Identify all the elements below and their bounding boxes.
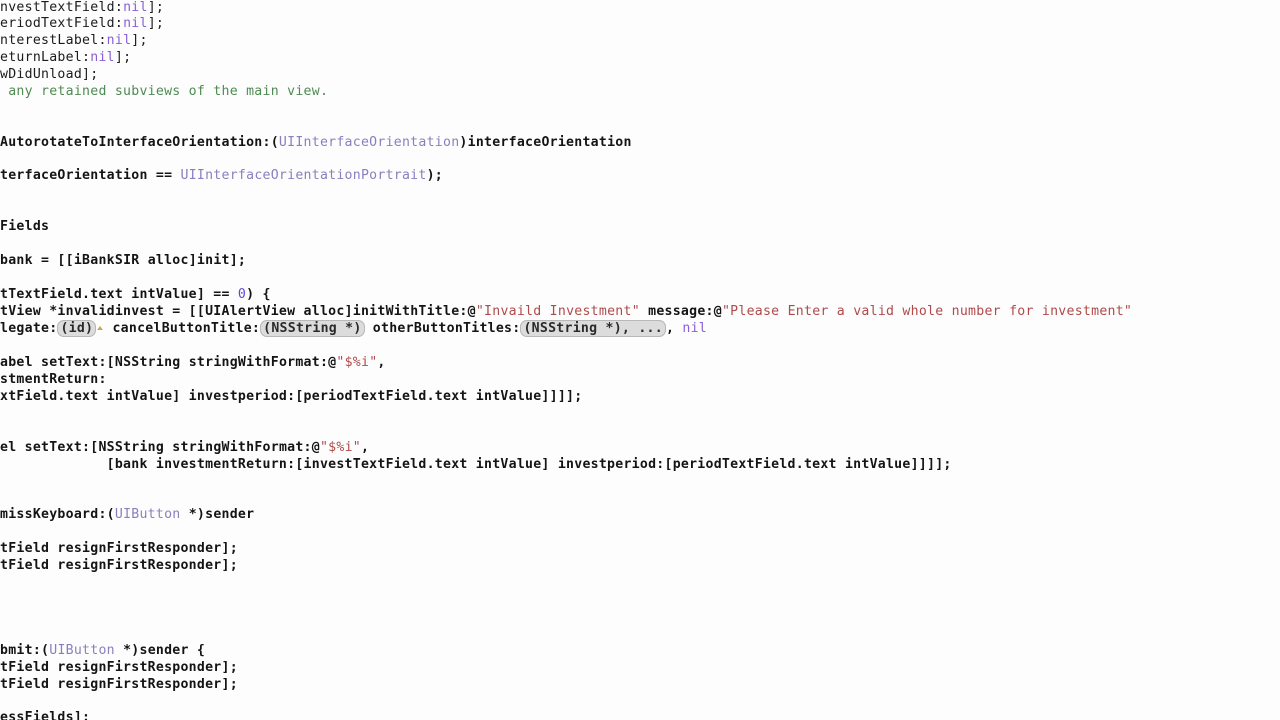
code-token-nil: nil — [682, 321, 707, 336]
code-token-class: UIButton — [49, 643, 115, 658]
code-line[interactable]: bank = [[iBankSIR alloc]init]; — [0, 253, 246, 270]
code-token-nil: nil — [123, 0, 148, 15]
code-token-class: NSString — [98, 440, 165, 455]
code-token-mid: stringWithFormat:@ — [164, 440, 320, 455]
code-line[interactable]: nterestLabel:nil]; — [0, 33, 148, 50]
code-token-comment: any retained subviews of the main view. — [0, 84, 329, 99]
code-token-string: "$%i" — [336, 355, 378, 370]
code-line[interactable]: AutorotateToInterfaceOrientation:(UIInte… — [0, 135, 632, 152]
code-line[interactable]: tField resignFirstResponder]; — [0, 558, 238, 575]
code-token-number: 0 — [237, 287, 247, 302]
code-token-pre: tTextField.text intValue] == — [0, 287, 238, 302]
code-line[interactable]: terfaceOrientation == UIInterfaceOrienta… — [0, 168, 443, 185]
code-token-post: , — [665, 321, 683, 336]
code-token-tail: ]; — [147, 0, 165, 15]
code-token-text: nterestLabel: — [0, 33, 107, 48]
code-token-post: ) { — [246, 287, 271, 302]
code-token-text: tField resignFirstResponder]; — [0, 541, 238, 556]
code-token-post: ); — [426, 168, 444, 183]
code-token-class: UIButton — [114, 507, 181, 522]
code-token-tail: ]; — [131, 33, 148, 48]
code-token-post: alloc]init]; — [139, 253, 247, 268]
code-token-text: tField resignFirstResponder]; — [0, 558, 238, 573]
code-token-post: , — [361, 440, 370, 455]
code-token-post: , — [377, 355, 386, 370]
code-token-class: NSString — [114, 355, 181, 370]
code-token-text: wDidUnload]; — [0, 67, 99, 82]
code-line-comment[interactable]: any retained subviews of the main view. — [0, 84, 328, 101]
code-token-pre: el setText:[ — [0, 440, 99, 455]
code-line[interactable]: nvestTextField:nil]; — [0, 0, 164, 17]
placeholder-caret-icon — [97, 326, 104, 330]
code-token-pre: tView *invalidinvest = [[ — [0, 304, 206, 319]
code-token-text: tField resignFirstResponder]; — [0, 660, 238, 675]
code-token-nil: nil — [106, 33, 132, 48]
code-token-mid: cancelButtonTitle: — [104, 321, 261, 336]
code-line-clipped[interactable]: essFields]; — [0, 710, 90, 720]
code-line[interactable]: tField resignFirstResponder]; — [0, 677, 238, 694]
code-token-text: [bank investmentReturn:[investTextField.… — [0, 457, 952, 472]
code-token-mid2: message:@ — [639, 304, 722, 319]
code-line[interactable]: eriodTextField:nil]; — [0, 16, 164, 33]
code-token-mid2: otherButtonTitles: — [364, 321, 521, 336]
code-token-mid: alloc]initWithTitle:@ — [295, 304, 476, 319]
code-token-post: *)sender — [180, 507, 255, 522]
code-token-text: stmentReturn: — [0, 372, 107, 387]
code-token-pre: AutorotateToInterfaceOrientation:( — [0, 135, 279, 150]
code-token-tail: ]; — [114, 50, 132, 65]
code-line[interactable]: tField resignFirstResponder]; — [0, 541, 238, 558]
code-line[interactable]: missKeyboard:(UIButton *)sender — [0, 507, 254, 524]
code-token-pre: bank = [[ — [0, 253, 74, 268]
code-line[interactable]: tTextField.text intValue] == 0) { — [0, 287, 271, 304]
code-token-class: UIInterfaceOrientationPortrait — [180, 168, 427, 183]
code-token-text: tField resignFirstResponder]; — [0, 677, 238, 692]
placeholder-token-nsstring[interactable]: (NSString *) — [260, 320, 365, 337]
code-line[interactable]: tField resignFirstResponder]; — [0, 660, 238, 677]
code-line-placeholders[interactable]: legate: (id) cancelButtonTitle: (NSString … — [0, 320, 707, 338]
code-token-mid: stringWithFormat:@ — [180, 355, 337, 370]
code-token-text: eriodTextField: — [0, 16, 124, 31]
code-line[interactable]: [bank investmentReturn:[investTextField.… — [0, 457, 952, 474]
code-line[interactable]: eturnLabel:nil]; — [0, 50, 131, 67]
placeholder-token-nsstring-varargs[interactable]: (NSString *), ... — [520, 320, 666, 337]
code-token-pre: missKeyboard:( — [0, 507, 115, 522]
placeholder-token-id[interactable]: (id) — [57, 320, 97, 337]
code-line[interactable]: bmit:(UIButton *)sender { — [0, 643, 205, 660]
code-token-pre: abel setText:[ — [0, 355, 115, 370]
code-line[interactable]: Fields — [0, 219, 49, 236]
xcode-source-editor[interactable]: nvestTextField:nil]; eriodTextField:nil]… — [0, 0, 1280, 720]
code-token-string: "Please Enter a valid whole number for i… — [721, 304, 1133, 319]
code-line[interactable]: stmentReturn: — [0, 372, 107, 389]
code-token-text: Fields — [0, 219, 50, 234]
code-token-tail: ]; — [147, 16, 165, 31]
code-token-post: )interfaceOrientation — [459, 135, 632, 150]
code-token-string: "$%i" — [319, 440, 361, 455]
code-token-pre: bmit:( — [0, 643, 50, 658]
code-token-text: xtField.text intValue] investperiod:[per… — [0, 389, 583, 404]
code-token-class: UIInterfaceOrientation — [278, 135, 460, 150]
code-token-pre: terfaceOrientation == — [0, 168, 181, 183]
code-token-nil: nil — [90, 50, 115, 65]
code-line[interactable]: tView *invalidinvest = [[UIAlertView all… — [0, 304, 1132, 321]
code-line[interactable]: wDidUnload]; — [0, 67, 98, 84]
code-token-text: eturnLabel: — [0, 50, 91, 65]
code-line[interactable]: el setText:[NSString stringWithFormat:@"… — [0, 440, 369, 457]
code-token-string: "Invaild Investment" — [475, 304, 640, 319]
code-token-post: *)sender { — [114, 643, 206, 658]
code-token-class: UIAlertView — [205, 304, 296, 319]
code-line[interactable]: abel setText:[NSString stringWithFormat:… — [0, 355, 386, 372]
code-token-nil: nil — [123, 16, 148, 31]
code-line[interactable]: xtField.text intValue] investperiod:[per… — [0, 389, 582, 406]
code-token-text: essFields]; — [0, 710, 91, 720]
code-token-pre: legate: — [0, 321, 58, 336]
code-token-class: iBankSIR — [73, 253, 140, 268]
code-token-text: nvestTextField: — [0, 0, 124, 15]
